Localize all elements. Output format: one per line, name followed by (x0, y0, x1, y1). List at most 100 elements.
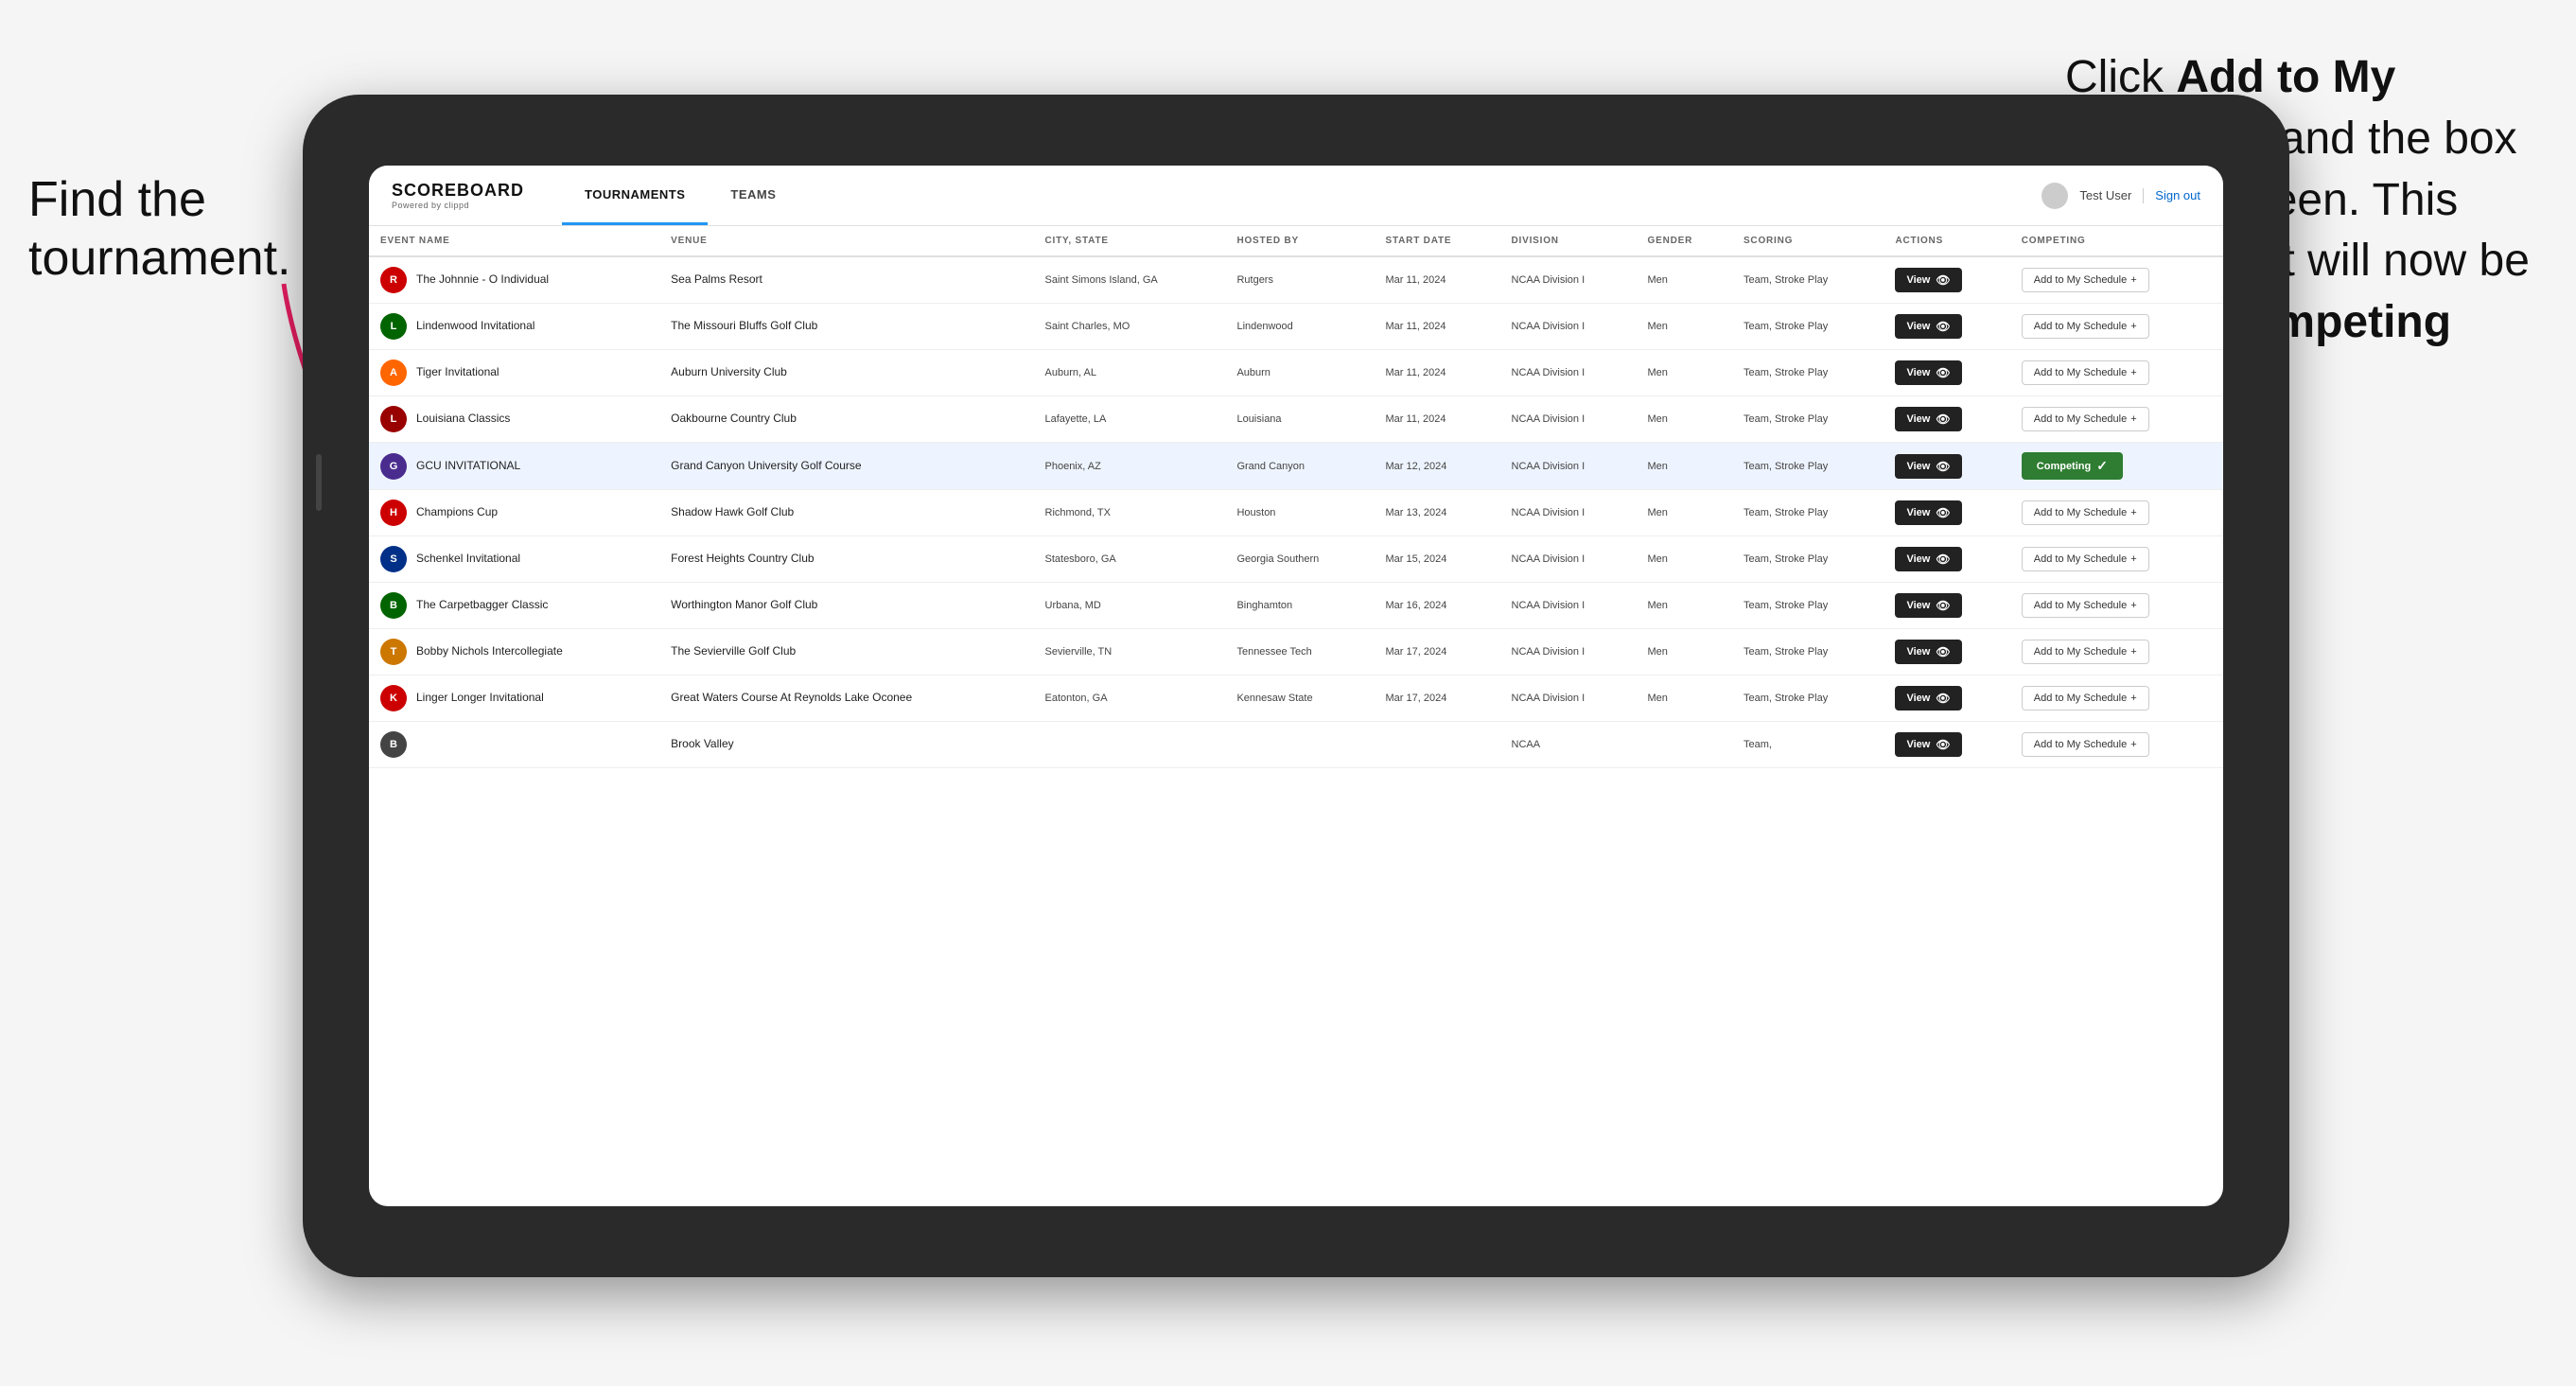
eye-icon: 👁 (1936, 320, 1950, 333)
add-to-schedule-button[interactable]: Add to My Schedule + (2022, 640, 2149, 664)
table-row: G GCU INVITATIONAL Grand Canyon Universi… (369, 443, 2223, 490)
event-name-cell: B The Carpetbagger Classic (369, 583, 659, 629)
add-to-schedule-button[interactable]: Add to My Schedule + (2022, 732, 2149, 757)
plus-icon: + (2130, 693, 2136, 704)
hosted-by-cell: Binghamton (1225, 583, 1374, 629)
view-button[interactable]: View 👁 (1895, 500, 1961, 525)
view-label: View (1906, 507, 1930, 518)
venue-cell: Shadow Hawk Golf Club (659, 490, 1033, 536)
view-button[interactable]: View 👁 (1895, 640, 1961, 664)
actions-cell: View 👁 (1884, 443, 2009, 490)
team-logo: H (380, 500, 407, 526)
view-button[interactable]: View 👁 (1895, 407, 1961, 431)
gender-cell: Men (1637, 396, 1732, 443)
team-logo: T (380, 639, 407, 665)
view-button[interactable]: View 👁 (1895, 732, 1961, 757)
city-state-cell: Phoenix, AZ (1034, 443, 1226, 490)
table-row: K Linger Longer Invitational Great Water… (369, 675, 2223, 722)
add-schedule-label: Add to My Schedule (2034, 646, 2127, 658)
division-cell: NCAA Division I (1500, 304, 1637, 350)
competing-cell: Add to My Schedule + (2010, 536, 2223, 583)
start-date-cell: Mar 15, 2024 (1375, 536, 1500, 583)
event-name-cell: L Lindenwood Invitational (369, 304, 659, 350)
hosted-by-cell: Auburn (1225, 350, 1374, 396)
avatar (2042, 183, 2068, 209)
competing-cell: Add to My Schedule + (2010, 629, 2223, 675)
view-label: View (1906, 413, 1930, 425)
table-row: B The Carpetbagger Classic Worthington M… (369, 583, 2223, 629)
view-button[interactable]: View 👁 (1895, 686, 1961, 711)
col-venue: VENUE (659, 226, 1033, 256)
team-logo: R (380, 267, 407, 293)
add-to-schedule-button[interactable]: Add to My Schedule + (2022, 407, 2149, 431)
venue-cell: Brook Valley (659, 722, 1033, 768)
view-button[interactable]: View 👁 (1895, 360, 1961, 385)
division-cell: NCAA Division I (1500, 350, 1637, 396)
competing-cell: Add to My Schedule + (2010, 675, 2223, 722)
division-cell: NCAA (1500, 722, 1637, 768)
add-to-schedule-button[interactable]: Add to My Schedule + (2022, 268, 2149, 292)
team-logo: G (380, 453, 407, 480)
logo-area: SCOREBOARD Powered by clippd (392, 181, 524, 210)
competing-button[interactable]: Competing ✓ (2022, 452, 2123, 480)
add-schedule-label: Add to My Schedule (2034, 274, 2127, 286)
view-button[interactable]: View 👁 (1895, 454, 1961, 479)
add-to-schedule-button[interactable]: Add to My Schedule + (2022, 686, 2149, 711)
col-division: DIVISION (1500, 226, 1637, 256)
col-scoring: SCORING (1732, 226, 1884, 256)
table-header: EVENT NAME VENUE CITY, STATE HOSTED BY S… (369, 226, 2223, 256)
add-schedule-label: Add to My Schedule (2034, 553, 2127, 565)
eye-icon: 👁 (1936, 599, 1950, 612)
col-start-date: START DATE (1375, 226, 1500, 256)
table-row: A Tiger Invitational Auburn University C… (369, 350, 2223, 396)
city-state-cell: Saint Simons Island, GA (1034, 256, 1226, 304)
add-to-schedule-button[interactable]: Add to My Schedule + (2022, 314, 2149, 339)
table-row: B Brook ValleyNCAATeam, View 👁 Add to My… (369, 722, 2223, 768)
view-button[interactable]: View 👁 (1895, 314, 1961, 339)
view-button[interactable]: View 👁 (1895, 547, 1961, 571)
event-name: Linger Longer Invitational (416, 691, 544, 706)
start-date-cell: Mar 11, 2024 (1375, 304, 1500, 350)
competing-cell: Add to My Schedule + (2010, 304, 2223, 350)
plus-icon: + (2130, 321, 2136, 332)
scoring-cell: Team, Stroke Play (1732, 256, 1884, 304)
venue-cell: Auburn University Club (659, 350, 1033, 396)
add-to-schedule-button[interactable]: Add to My Schedule + (2022, 593, 2149, 618)
tab-tournaments[interactable]: TOURNAMENTS (562, 166, 708, 225)
view-label: View (1906, 367, 1930, 378)
venue-cell: Great Waters Course At Reynolds Lake Oco… (659, 675, 1033, 722)
table-row: T Bobby Nichols Intercollegiate The Sevi… (369, 629, 2223, 675)
team-logo: B (380, 592, 407, 619)
competing-cell: Add to My Schedule + (2010, 256, 2223, 304)
tablet-frame: SCOREBOARD Powered by clippd TOURNAMENTS… (303, 95, 2289, 1277)
hosted-by-cell (1225, 722, 1374, 768)
venue-cell: Sea Palms Resort (659, 256, 1033, 304)
add-to-schedule-button[interactable]: Add to My Schedule + (2022, 360, 2149, 385)
view-label: View (1906, 274, 1930, 286)
header-right: Test User Sign out (2042, 183, 2200, 209)
add-to-schedule-button[interactable]: Add to My Schedule + (2022, 500, 2149, 525)
nav-tabs: TOURNAMENTS TEAMS (562, 166, 798, 225)
team-logo: A (380, 360, 407, 386)
hosted-by-cell: Kennesaw State (1225, 675, 1374, 722)
add-schedule-label: Add to My Schedule (2034, 600, 2127, 611)
eye-icon: 👁 (1936, 460, 1950, 473)
actions-cell: View 👁 (1884, 583, 2009, 629)
actions-cell: View 👁 (1884, 490, 2009, 536)
actions-cell: View 👁 (1884, 256, 2009, 304)
tournaments-table: EVENT NAME VENUE CITY, STATE HOSTED BY S… (369, 226, 2223, 768)
signout-link[interactable]: Sign out (2155, 188, 2200, 202)
view-button[interactable]: View 👁 (1895, 593, 1961, 618)
add-to-schedule-button[interactable]: Add to My Schedule + (2022, 547, 2149, 571)
division-cell: NCAA Division I (1500, 490, 1637, 536)
logo-text: SCOREBOARD (392, 181, 524, 201)
tournaments-table-container: EVENT NAME VENUE CITY, STATE HOSTED BY S… (369, 226, 2223, 1206)
city-state-cell: Richmond, TX (1034, 490, 1226, 536)
hosted-by-cell: Louisiana (1225, 396, 1374, 443)
table-row: L Lindenwood Invitational The Missouri B… (369, 304, 2223, 350)
view-label: View (1906, 646, 1930, 658)
city-state-cell: Auburn, AL (1034, 350, 1226, 396)
tab-teams[interactable]: TEAMS (708, 166, 798, 225)
view-button[interactable]: View 👁 (1895, 268, 1961, 292)
add-schedule-label: Add to My Schedule (2034, 693, 2127, 704)
